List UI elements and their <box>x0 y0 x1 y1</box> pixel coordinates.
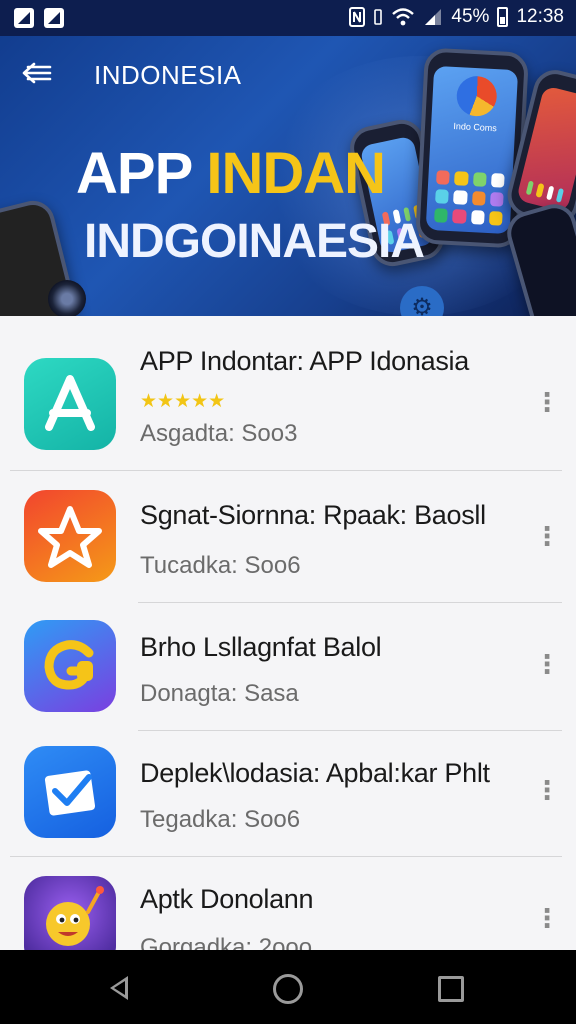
hero-headline: APP INDAN <box>76 140 386 207</box>
nav-recents-icon[interactable] <box>430 968 470 1008</box>
nav-home-icon[interactable] <box>267 968 307 1008</box>
app-subtitle: Gorgadka: 2ooo <box>140 934 313 950</box>
divider <box>10 470 562 471</box>
hero-headline-part2: INDAN <box>206 141 386 206</box>
back-button[interactable] <box>20 58 60 94</box>
divider <box>138 730 562 731</box>
system-icons: 45% 12:38 <box>349 6 564 28</box>
app-name: Aptk Donolann <box>140 884 314 914</box>
phone-illustration <box>502 199 576 316</box>
camera-lens-illustration <box>48 280 86 316</box>
app-list: APP Indontar: APP Idonasia ★★★★★ Asgadta… <box>0 316 576 950</box>
arrow-left-icon <box>22 62 52 84</box>
g-hand-icon <box>24 620 116 712</box>
nav-back-icon[interactable] <box>100 968 140 1008</box>
list-item[interactable]: Aptk Donolann Gorgadka: 2ooo ⋮ <box>0 858 576 950</box>
app-subtitle: Asgadta: Soo3 <box>140 420 298 447</box>
list-item[interactable]: Brho Lsllagnfat Balol Donagta: Sasa ⋮ <box>0 604 576 736</box>
wrench-icon <box>44 8 64 28</box>
rating-stars: ★★★★★ <box>140 391 226 412</box>
more-options-button[interactable]: ⋮ <box>534 900 560 936</box>
list-item[interactable]: Sgnat-Siornna: Rpaak: Baosll Tucadka: So… <box>0 472 576 604</box>
divider <box>138 602 562 603</box>
wifi-icon <box>392 8 415 26</box>
more-options-button[interactable]: ⋮ <box>534 518 560 554</box>
status-bar: 45% 12:38 <box>0 0 576 36</box>
more-options-button[interactable]: ⋮ <box>534 646 560 682</box>
navigation-bar <box>0 950 576 1024</box>
hero-banner: Indo Coms ⚙ INDONESIA APP INDAN INDGOINA… <box>0 36 576 316</box>
clock: 12:38 <box>516 6 564 27</box>
app-name: Brho Lsllagnfat Balol <box>140 632 382 662</box>
more-options-button[interactable]: ⋮ <box>534 384 560 420</box>
list-item[interactable]: Deplek\lodasia: Apbal:kar Phlt Tegadka: … <box>0 732 576 864</box>
app-store-a-icon <box>24 358 116 450</box>
notification-icons <box>14 8 64 28</box>
app-subtitle: Tucadka: Soo6 <box>140 552 301 579</box>
star-pen-icon <box>24 490 116 582</box>
nfc-icon <box>349 7 366 27</box>
more-options-button[interactable]: ⋮ <box>534 772 560 808</box>
mascot-icon <box>24 876 116 950</box>
app-subtitle: Tegadka: Soo6 <box>140 806 301 833</box>
signal-icon <box>425 9 442 25</box>
vibrate-icon <box>374 9 383 25</box>
list-item[interactable]: APP Indontar: APP Idonasia ★★★★★ Asgadta… <box>0 316 576 450</box>
app-name: Sgnat-Siornna: Rpaak: Baosll <box>140 500 486 530</box>
divider <box>10 856 562 857</box>
battery-percent: 45% <box>451 6 490 27</box>
app-name: Deplek\lodasia: Apbal:kar Phlt <box>140 758 490 788</box>
hero-subheadline: INDGOINAESIA <box>84 215 425 268</box>
page-title: INDONESIA <box>94 60 242 90</box>
gallery-icon <box>14 8 34 28</box>
check-mail-icon <box>24 746 116 838</box>
battery-icon <box>497 7 509 27</box>
app-name: APP Indontar: APP Idonasia <box>140 346 469 376</box>
hero-headline-part1: APP <box>76 141 207 206</box>
app-subtitle: Donagta: Sasa <box>140 680 299 707</box>
